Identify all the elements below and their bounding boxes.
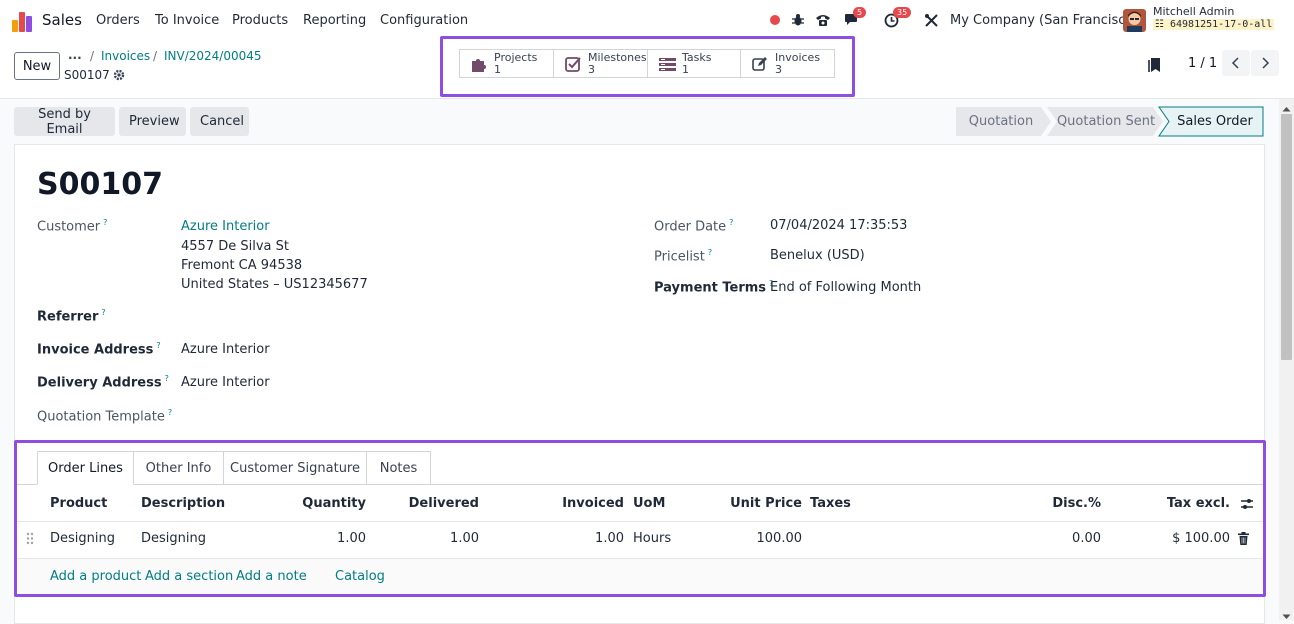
database-name: ☷ 64981251-17-0-all [1153, 19, 1275, 30]
pager-value[interactable]: 1 / 1 [1188, 56, 1217, 71]
payment-terms-field[interactable]: End of Following Month [770, 280, 921, 295]
chat-count-badge: 5 [853, 7, 867, 18]
help-tooltip[interactable]: ? [103, 218, 107, 227]
user-avatar[interactable] [1123, 9, 1146, 32]
smart-button-count: 3 [775, 63, 782, 76]
smart-button-projects[interactable]: Projects 1 [460, 50, 554, 77]
company-switcher[interactable]: My Company (San Francisco) [950, 13, 1138, 28]
chevron-right-icon [1262, 57, 1270, 69]
gear-icon[interactable] [113, 69, 125, 85]
menu-to-invoice[interactable]: To Invoice [155, 13, 219, 28]
smart-button-invoices[interactable]: Invoices 3 [741, 50, 834, 77]
label-text: Payment Terms [654, 280, 767, 296]
notebook-highlight [14, 440, 1266, 597]
puzzle-icon [472, 59, 486, 72]
record-name: S00107 [64, 68, 110, 82]
bug-icon[interactable] [789, 11, 807, 29]
stage-quotation-sent[interactable]: Quotation Sent [1054, 106, 1158, 136]
breadcrumb-invoices[interactable]: Invoices [101, 49, 150, 63]
referrer-field[interactable] [181, 303, 481, 327]
delivery-address-label: Delivery Address? [37, 374, 169, 390]
send-by-email-button[interactable]: Send by Email [14, 107, 115, 137]
pager-next-button[interactable] [1251, 50, 1279, 76]
quotation-template-field[interactable] [181, 403, 481, 427]
new-button[interactable]: New [14, 52, 60, 80]
sales-app-logo[interactable] [12, 10, 34, 32]
label-text: Quotation Template [37, 409, 165, 425]
label-text: Pricelist [654, 249, 705, 265]
pager-previous-button[interactable] [1222, 50, 1250, 76]
check-square-icon [565, 57, 581, 72]
help-tooltip[interactable]: ? [101, 308, 105, 317]
breadcrumb-invoice[interactable]: INV/2024/00045 [164, 49, 262, 63]
customer-label: Customer? [37, 218, 107, 234]
stage-quotation[interactable]: Quotation [960, 106, 1042, 136]
smart-button-count: 3 [588, 63, 595, 76]
quotation-template-label: Quotation Template? [37, 408, 172, 424]
cancel-button[interactable]: Cancel [190, 107, 249, 136]
smart-button-label: Milestones [588, 51, 647, 64]
delivery-address-field[interactable]: Azure Interior [181, 375, 270, 390]
bookmark-icon[interactable] [1148, 57, 1162, 77]
breadcrumb-ellipsis[interactable]: ... [68, 48, 82, 62]
label-text: Invoice Address [37, 342, 154, 358]
smart-button-tasks[interactable]: Tasks 1 [648, 50, 741, 77]
help-tooltip[interactable]: ? [156, 341, 160, 350]
record-icon[interactable] [766, 11, 784, 29]
app-name[interactable]: Sales [42, 11, 82, 29]
scroll-down-arrow-icon[interactable] [1282, 609, 1291, 624]
label-text: Customer [37, 219, 101, 235]
chevron-left-icon [1231, 57, 1239, 69]
help-tooltip[interactable]: ? [729, 218, 733, 227]
menu-configuration[interactable]: Configuration [380, 13, 468, 28]
help-tooltip[interactable]: ? [168, 408, 172, 417]
smart-buttons: Projects 1 Milestones 3 Tasks 1 Invoices… [459, 49, 835, 78]
top-navbar: Sales Orders To Invoice Products Reporti… [0, 0, 1294, 40]
edit-icon [752, 57, 767, 71]
customer-address-line: 4557 De Silva St [181, 239, 289, 254]
stage-sales-order[interactable]: Sales Order [1170, 106, 1260, 136]
invoice-address-field[interactable]: Azure Interior [181, 342, 270, 357]
customer-address-line: United States – US12345677 [181, 277, 368, 292]
smart-button-count: 1 [494, 63, 501, 76]
label-text: Delivery Address [37, 375, 162, 391]
payment-terms-label: Payment Terms? [654, 279, 773, 295]
order-date-label: Order Date? [654, 218, 733, 234]
order-date-field[interactable]: 07/04/2024 17:35:53 [770, 218, 907, 233]
tools-icon[interactable] [922, 11, 940, 29]
referrer-label: Referrer? [37, 308, 106, 324]
customer-link[interactable]: Azure Interior [181, 219, 270, 234]
breadcrumb-separator: / [90, 49, 95, 63]
help-tooltip[interactable]: ? [708, 248, 712, 257]
customer-address-line: Fremont CA 94538 [181, 258, 303, 273]
activity-count-badge: 35 [893, 7, 912, 18]
scrollbar-thumb[interactable] [1281, 114, 1292, 360]
clock-icon[interactable]: 35 [882, 7, 912, 29]
invoice-address-label: Invoice Address? [37, 341, 161, 357]
menu-products[interactable]: Products [232, 13, 288, 28]
pricelist-label: Pricelist? [654, 248, 712, 264]
control-panel: New ... / Invoices / INV/2024/00045 S001… [0, 36, 1294, 99]
breadcrumb-separator: / [153, 49, 158, 63]
help-tooltip[interactable]: ? [165, 374, 169, 383]
database-icon: ☷ [1155, 19, 1170, 30]
preview-button[interactable]: Preview [119, 107, 186, 136]
pricelist-field[interactable]: Benelux (USD) [770, 248, 865, 263]
smart-button-milestones[interactable]: Milestones 3 [554, 50, 648, 77]
menu-reporting[interactable]: Reporting [303, 13, 366, 28]
label-text: Referrer [37, 309, 99, 325]
database-name-text: 64981251-17-0-all [1170, 19, 1273, 30]
menu-orders[interactable]: Orders [96, 13, 140, 28]
tasks-icon [659, 58, 676, 71]
user-name[interactable]: Mitchell Admin [1153, 5, 1234, 18]
phone-icon[interactable] [814, 11, 832, 29]
label-text: Order Date [654, 219, 727, 235]
order-title: S00107 [37, 167, 163, 202]
chat-icon[interactable]: 5 [843, 7, 867, 29]
smart-button-count: 1 [682, 63, 689, 76]
